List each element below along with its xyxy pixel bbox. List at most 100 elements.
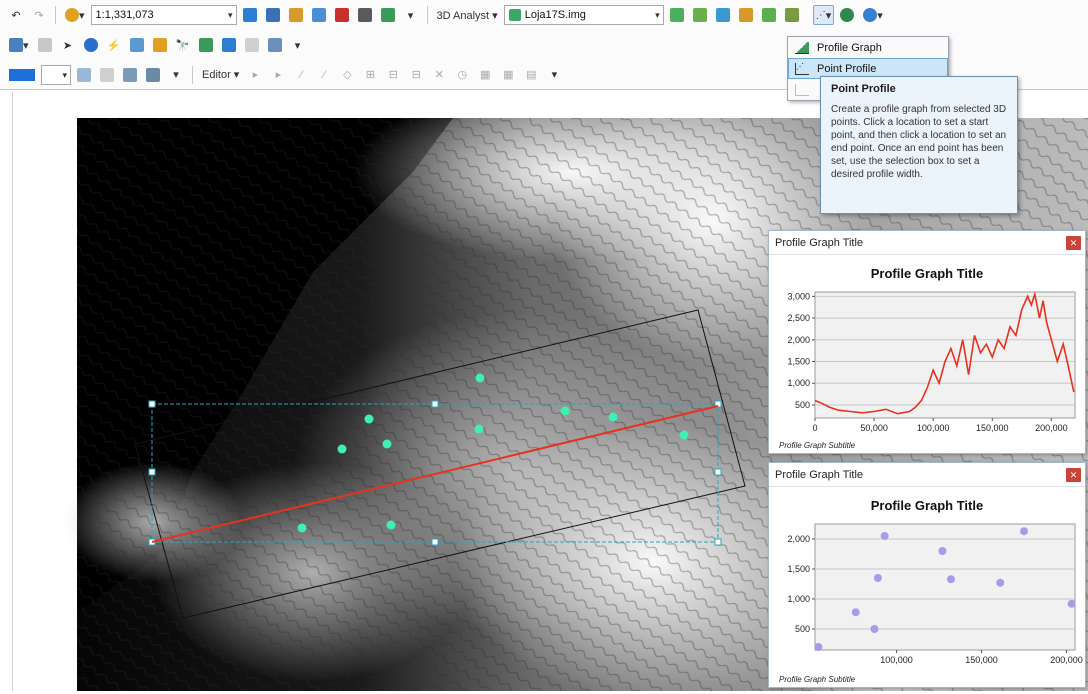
selection-handle[interactable]	[714, 538, 722, 546]
graph-window-titlebar[interactable]: Profile Graph Title	[769, 231, 1085, 255]
point-marker[interactable]	[337, 444, 347, 454]
interpolate-line-button[interactable]	[759, 5, 779, 25]
3d-analyst-menu[interactable]: 3D Analyst ▾	[434, 5, 501, 25]
profile-graph-window[interactable]: Profile Graph Title ✕ Profile Graph Titl…	[768, 230, 1086, 454]
full-extent-button[interactable]	[35, 35, 55, 55]
selection-handle[interactable]	[148, 468, 156, 476]
color-combo[interactable]: ▾	[41, 64, 71, 85]
split-button[interactable]: ✕	[429, 65, 449, 85]
layer-combo[interactable]: Loja17S.img ▾	[503, 5, 664, 25]
pan-icon	[9, 38, 23, 52]
point-profile-graph-window[interactable]: Profile Graph Title ✕ Profile Graph Titl…	[768, 462, 1086, 688]
chart-title: Profile Graph Title	[871, 498, 983, 513]
selection-handle[interactable]	[148, 400, 156, 408]
point-marker[interactable]	[386, 520, 396, 530]
measure-button[interactable]	[150, 35, 170, 55]
point-marker[interactable]	[560, 406, 570, 416]
menu-item-profile-graph[interactable]: Profile Graph	[788, 37, 948, 58]
editor-menu[interactable]: Editor ▾	[199, 65, 242, 85]
info-icon	[83, 38, 98, 52]
page-layout-button[interactable]	[74, 65, 94, 85]
reshape-button[interactable]: ⊟	[383, 65, 403, 85]
pan-tool-button[interactable]: ▾	[6, 35, 32, 55]
data-driven-pages-button[interactable]	[120, 65, 140, 85]
edit-vertices-button[interactable]: ⊞	[360, 65, 380, 85]
point-marker[interactable]	[382, 439, 392, 449]
cut-polygons-button[interactable]: ⊟	[406, 65, 426, 85]
edit-annotation-button[interactable]: ▸	[268, 65, 288, 85]
interpolate-line-icon	[761, 8, 776, 22]
create-features-button[interactable]: ▤	[521, 65, 541, 85]
redo-button[interactable]: ↷	[29, 5, 49, 25]
interpolate-point-icon	[738, 8, 753, 22]
go-to-xy-button[interactable]	[219, 35, 239, 55]
disabled-profile-icon	[795, 83, 809, 96]
close-button[interactable]: ✕	[1066, 236, 1081, 250]
point-marker[interactable]	[364, 414, 374, 424]
select-elements-button[interactable]: ➤	[58, 35, 78, 55]
find-button[interactable]: 🔭	[173, 35, 193, 55]
edit-tool-icon: ▸	[252, 69, 259, 81]
sketch-tool-button[interactable]: ◇	[337, 65, 357, 85]
interpolate-point-button[interactable]	[736, 5, 756, 25]
steepest-path-button[interactable]	[690, 5, 710, 25]
profile-line-chart[interactable]: Profile Graph Title 500 1,000 1,500 2,000 2,5…	[769, 256, 1085, 454]
toolbar-options[interactable]: ▾	[288, 35, 308, 55]
sketch-properties-button[interactable]: ▦	[498, 65, 518, 85]
point-marker[interactable]	[297, 523, 307, 533]
search-window-button[interactable]	[309, 5, 329, 25]
html-popup-button[interactable]	[127, 35, 147, 55]
rotate-button[interactable]: ◷	[452, 65, 472, 85]
chevron-down-icon: ▾	[173, 69, 179, 81]
toolbar-options[interactable]: ▾	[166, 65, 186, 85]
python-window-button[interactable]	[355, 5, 375, 25]
profile-graph-dropdown-button[interactable]: ⋰ ▾	[812, 5, 835, 25]
chevron-down-icon: ▾	[62, 69, 67, 80]
point-profile-icon: ⋰	[795, 62, 809, 75]
point-marker[interactable]	[474, 424, 484, 434]
time-slider-button[interactable]	[242, 35, 262, 55]
map-scale-combo[interactable]: 1:1,331,073 ▾	[90, 5, 237, 25]
selection-handle[interactable]	[431, 538, 439, 546]
graph-window-titlebar[interactable]: Profile Graph Title	[769, 463, 1085, 487]
hyperlink-button[interactable]: ⚡	[104, 35, 124, 55]
layer-value: Loja17S.img	[524, 9, 586, 21]
arcglobe-button[interactable]: ▾	[860, 5, 886, 25]
selection-handle[interactable]	[431, 400, 439, 408]
line-of-sight-button[interactable]	[713, 5, 733, 25]
arctoolbox-button[interactable]	[332, 5, 352, 25]
point-marker[interactable]	[475, 373, 485, 383]
close-icon: ✕	[1069, 469, 1078, 480]
trace-button[interactable]: ⁄	[314, 65, 334, 85]
point-profile-scatter-chart[interactable]: Profile Graph Title 500 1,000 1,500 2,000 100…	[769, 488, 1085, 688]
annotation-icon: ▸	[275, 69, 282, 81]
fill-color-button[interactable]	[6, 65, 38, 85]
table-of-contents-button[interactable]	[263, 5, 283, 25]
toolbar-options[interactable]: ▾	[401, 5, 421, 25]
add-data-button[interactable]: ▾	[62, 5, 88, 25]
print-preview-button[interactable]	[143, 65, 163, 85]
editor-toolbar-button[interactable]	[240, 5, 260, 25]
edit-tool-button[interactable]: ▸	[245, 65, 265, 85]
chart-subtitle: Profile Graph Subtitle	[779, 441, 856, 450]
close-button[interactable]: ✕	[1066, 468, 1081, 482]
selection-handle[interactable]	[714, 468, 722, 476]
toolbar-options[interactable]: ▾	[544, 65, 564, 85]
focus-frame-button[interactable]	[97, 65, 117, 85]
identify-button[interactable]	[81, 35, 101, 55]
contour-button[interactable]	[667, 5, 687, 25]
attributes-button[interactable]: ▦	[475, 65, 495, 85]
undo-button[interactable]: ↶	[6, 5, 26, 25]
steepest-path-icon	[692, 8, 707, 22]
find-route-button[interactable]	[196, 35, 216, 55]
catalog-button[interactable]	[286, 5, 306, 25]
interpolate-polygon-button[interactable]	[782, 5, 802, 25]
x-tick-label: 150,000	[976, 423, 1009, 433]
create-viewer-button[interactable]	[265, 35, 285, 55]
point-marker[interactable]	[608, 412, 618, 422]
straight-segment-button[interactable]: ⁄	[291, 65, 311, 85]
arcscene-button[interactable]	[837, 5, 857, 25]
chevron-down-icon: ▾	[407, 9, 414, 22]
point-marker[interactable]	[679, 430, 689, 440]
model-builder-button[interactable]	[378, 5, 398, 25]
